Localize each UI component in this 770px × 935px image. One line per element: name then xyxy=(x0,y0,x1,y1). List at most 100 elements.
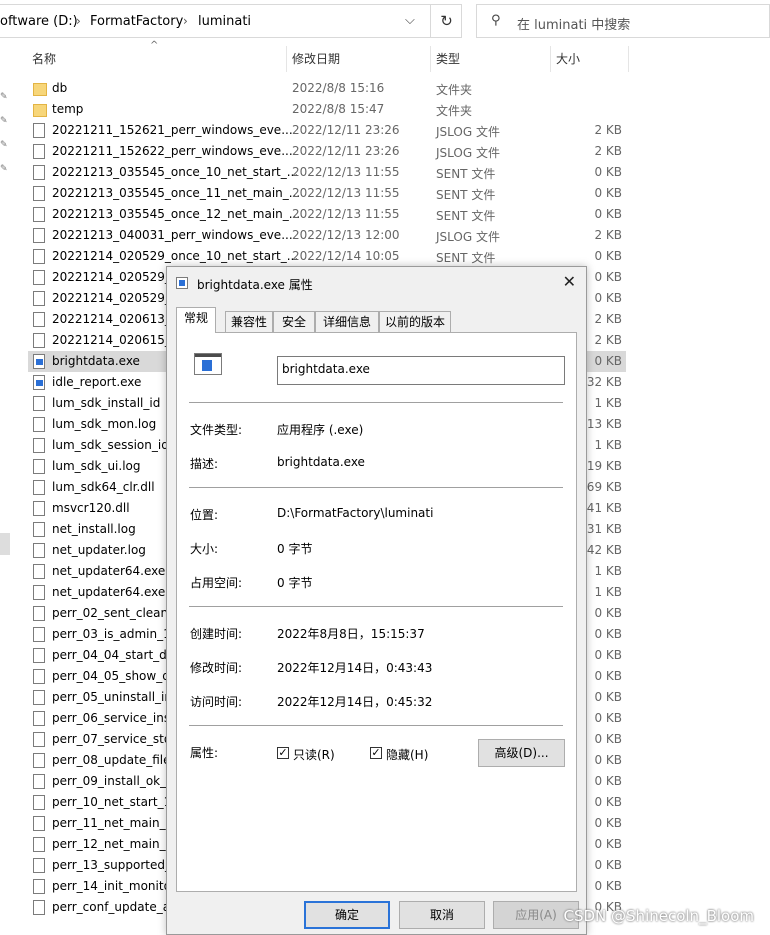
file-row[interactable]: 20221213_040031_perr_windows_eve... 2022/… xyxy=(28,225,626,246)
file-icon xyxy=(33,417,45,432)
readonly-checkbox[interactable]: ✓ xyxy=(277,747,289,759)
breadcrumb-formatfactory[interactable]: FormatFactory xyxy=(90,14,183,29)
file-name: 20221214_020529_once_10_net_start_... xyxy=(52,249,299,263)
advanced-button[interactable]: 高级(D)... xyxy=(478,739,565,767)
pin-icon: ✎ xyxy=(0,116,8,126)
readonly-label[interactable]: 只读(R) xyxy=(293,746,335,763)
modified-label: 修改时间: xyxy=(190,661,243,675)
file-name: perr_05_uninstall_inv xyxy=(52,690,180,704)
file-name: lum_sdk_mon.log xyxy=(52,417,157,431)
file-icon xyxy=(33,438,45,453)
disk-size-label: 占用空间: xyxy=(190,576,243,590)
close-icon[interactable]: ✕ xyxy=(563,272,576,291)
file-size: 0 KB xyxy=(594,165,622,179)
column-header-name[interactable]: 名称 xyxy=(32,46,56,72)
tab-security[interactable]: 安全 xyxy=(273,311,315,332)
file-icon xyxy=(33,207,45,222)
description-label: 描述: xyxy=(190,457,219,471)
general-panel: brightdata.exe 文件类型: 应用程序 (.exe) 描述: bri… xyxy=(176,332,577,892)
file-icon xyxy=(33,312,45,327)
file-name: 20221213_035545_once_12_net_main_... xyxy=(52,207,301,221)
file-name: perr_04_04_start_dia xyxy=(52,648,178,662)
file-row[interactable]: temp 2022/8/8 15:47 文件夹 xyxy=(28,99,626,120)
file-icon xyxy=(33,627,45,642)
address-bar[interactable]: oftware (D:) › FormatFactory › luminati … xyxy=(0,4,462,38)
hidden-label[interactable]: 隐藏(H) xyxy=(386,746,428,763)
file-size: 1 KB xyxy=(594,396,622,410)
column-header-date[interactable]: 修改日期 xyxy=(292,46,340,72)
tab-general[interactable]: 常规 xyxy=(176,307,216,333)
file-size: 0 KB xyxy=(594,627,622,641)
file-icon xyxy=(33,291,45,306)
location-label: 位置: xyxy=(190,508,219,522)
file-name: perr_06_service_inst xyxy=(52,711,175,725)
disk-size-value: 0 字节 xyxy=(277,576,313,590)
file-size: 0 KB xyxy=(594,711,622,725)
column-divider[interactable] xyxy=(550,46,551,72)
tab-details[interactable]: 详细信息 xyxy=(315,311,379,332)
column-divider[interactable] xyxy=(286,46,287,72)
file-name: msvcr120.dll xyxy=(52,501,130,515)
file-date: 2022/8/8 15:16 xyxy=(292,81,385,95)
file-size: 0 KB xyxy=(594,606,622,620)
divider xyxy=(189,402,563,403)
hidden-checkbox[interactable]: ✓ xyxy=(370,747,382,759)
file-size: 13 KB xyxy=(586,417,622,431)
modified-value: 2022年12月14日，0:43:43 xyxy=(277,661,433,675)
accessed-value: 2022年12月14日，0:45:32 xyxy=(277,695,433,709)
file-icon xyxy=(33,396,45,411)
file-size: 0 KB xyxy=(594,879,622,893)
file-row[interactable]: 20221211_152622_perr_windows_eve... 2022/… xyxy=(28,141,626,162)
file-icon xyxy=(33,144,45,159)
file-size: 31 KB xyxy=(586,522,622,536)
file-size: 42 KB xyxy=(586,543,622,557)
column-divider[interactable] xyxy=(430,46,431,72)
file-row[interactable]: 20221213_035545_once_10_net_start_... 202… xyxy=(28,162,626,183)
file-size: 1 KB xyxy=(594,585,622,599)
file-row[interactable]: 20221213_035545_once_12_net_main_... 2022… xyxy=(28,204,626,225)
search-box[interactable]: ⚲ 在 luminati 中搜索 xyxy=(476,4,770,38)
file-row[interactable]: 20221213_035545_once_11_net_main_... 2022… xyxy=(28,183,626,204)
column-divider[interactable] xyxy=(628,46,629,72)
file-size: 1 KB xyxy=(594,438,622,452)
file-row[interactable]: 20221214_020529_once_10_net_start_... 202… xyxy=(28,246,626,267)
file-date: 2022/12/13 12:00 xyxy=(292,228,400,242)
breadcrumb-separator-icon: › xyxy=(76,14,81,28)
cancel-button[interactable]: 取消 xyxy=(399,901,485,929)
attributes-label: 属性: xyxy=(190,746,219,760)
breadcrumb-luminati[interactable]: luminati xyxy=(198,14,251,29)
file-icon xyxy=(33,480,45,495)
description-value: brightdata.exe xyxy=(277,455,365,469)
file-size: 0 KB xyxy=(594,669,622,683)
sort-ascending-icon: ^ xyxy=(150,40,159,51)
file-name: perr_03_is_admin_1. xyxy=(52,627,175,641)
column-header-type[interactable]: 类型 xyxy=(436,46,460,72)
file-name: perr_14_init_monitor xyxy=(52,879,176,893)
ok-button[interactable]: 确定 xyxy=(304,901,390,929)
file-size: 0 KB xyxy=(594,354,622,368)
file-icon xyxy=(33,186,45,201)
folder-icon xyxy=(33,83,47,96)
file-name: idle_report.exe xyxy=(52,375,142,389)
nav-pane-selected-item[interactable] xyxy=(0,533,10,555)
file-icon xyxy=(33,669,45,684)
file-icon xyxy=(33,858,45,873)
column-header-size[interactable]: 大小 xyxy=(556,46,580,72)
divider xyxy=(189,487,563,488)
refresh-icon[interactable]: ↻ xyxy=(430,4,462,38)
chevron-down-icon[interactable]: ⌵ xyxy=(405,13,415,28)
file-icon xyxy=(33,879,45,894)
tab-previous-versions[interactable]: 以前的版本 xyxy=(379,311,451,332)
file-icon xyxy=(33,228,45,243)
breadcrumb-drive[interactable]: oftware (D:) xyxy=(0,14,78,29)
breadcrumb-separator-icon: › xyxy=(183,14,188,28)
pin-icon: ✎ xyxy=(0,164,8,174)
file-row[interactable]: 20221211_152621_perr_windows_eve... 2022/… xyxy=(28,120,626,141)
search-icon: ⚲ xyxy=(491,13,501,28)
file-date: 2022/12/11 23:26 xyxy=(292,144,400,158)
filename-field[interactable]: brightdata.exe xyxy=(277,356,565,385)
file-name: perr_02_sent_cleanu xyxy=(52,606,176,620)
accessed-label: 访问时间: xyxy=(190,695,243,709)
file-row[interactable]: db 2022/8/8 15:16 文件夹 xyxy=(28,78,626,99)
tab-compatibility[interactable]: 兼容性 xyxy=(225,311,273,332)
